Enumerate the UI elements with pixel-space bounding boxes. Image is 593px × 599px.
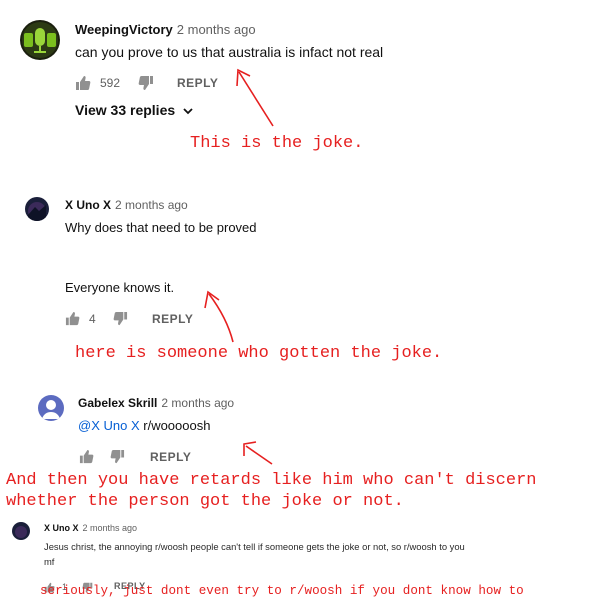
- reply-button[interactable]: REPLY: [150, 450, 191, 464]
- like-button[interactable]: [79, 449, 94, 464]
- annotation-joke: This is the joke.: [190, 134, 364, 153]
- comment-time[interactable]: 2 months ago: [161, 396, 234, 410]
- reply-button[interactable]: REPLY: [177, 76, 218, 90]
- comment-header: X Uno X 2 months ago: [65, 198, 188, 212]
- like-button[interactable]: [65, 311, 80, 326]
- comment-time[interactable]: 2 months ago: [83, 523, 138, 533]
- thumbs-down-icon: [110, 449, 125, 464]
- arrow-annotation-3: [243, 441, 273, 465]
- author-name[interactable]: X Uno X: [44, 523, 79, 533]
- thumbs-down-icon: [138, 76, 153, 90]
- like-count: 4: [89, 312, 96, 326]
- comment-time[interactable]: 2 months ago: [115, 198, 188, 212]
- comment-text-line2: mf: [44, 556, 55, 567]
- dislike-button[interactable]: [138, 75, 154, 91]
- avatar[interactable]: [20, 20, 60, 60]
- comment-time[interactable]: 2 months ago: [177, 22, 256, 37]
- like-button[interactable]: [75, 75, 91, 91]
- comment-text-line1: Why does that need to be proved: [65, 220, 257, 235]
- dislike-button[interactable]: [110, 449, 125, 464]
- reply-button[interactable]: REPLY: [152, 312, 193, 326]
- thumbs-down-icon: [113, 311, 128, 326]
- view-replies-label: View 33 replies: [75, 102, 176, 118]
- thumbs-up-icon: [76, 76, 91, 90]
- comment-body: r/wooooosh: [143, 418, 211, 433]
- view-replies-button[interactable]: View 33 replies: [75, 102, 193, 118]
- dislike-button[interactable]: [113, 311, 128, 326]
- comment-header: X Uno X 2 months ago: [44, 523, 137, 533]
- chevron-down-icon: [183, 108, 193, 115]
- annotation-retards-line1: And then you have retards like him who c…: [6, 471, 537, 490]
- avatar[interactable]: [25, 197, 49, 221]
- avatar[interactable]: [12, 522, 30, 540]
- comment-text: @X Uno X r/wooooosh: [78, 418, 210, 433]
- comment-header: WeepingVictory 2 months ago: [75, 22, 256, 37]
- thumbs-up-icon: [65, 311, 80, 326]
- thumbs-up-icon: [79, 449, 94, 464]
- arrow-annotation-2: [204, 290, 234, 343]
- author-name[interactable]: Gabelex Skrill: [78, 396, 157, 410]
- annotation-got-joke: here is someone who gotten the joke.: [75, 344, 443, 363]
- comment-text-line1: Jesus christ, the annoying r/woosh peopl…: [44, 541, 465, 552]
- author-name[interactable]: WeepingVictory: [75, 22, 173, 37]
- comment-header: Gabelex Skrill 2 months ago: [78, 396, 234, 410]
- like-count: 592: [100, 76, 121, 90]
- comment-text-line2: Everyone knows it.: [65, 280, 175, 295]
- comment-text: can you prove to us that australia is in…: [75, 44, 384, 60]
- author-name[interactable]: X Uno X: [65, 198, 111, 212]
- annotation-seriously: seriously, just dont even try to r/woosh…: [40, 584, 524, 598]
- avatar[interactable]: [38, 395, 64, 421]
- mention-link[interactable]: @X Uno X: [78, 418, 140, 433]
- annotation-retards-line2: whether the person got the joke or not.: [6, 492, 404, 511]
- arrow-annotation-1: [236, 68, 274, 127]
